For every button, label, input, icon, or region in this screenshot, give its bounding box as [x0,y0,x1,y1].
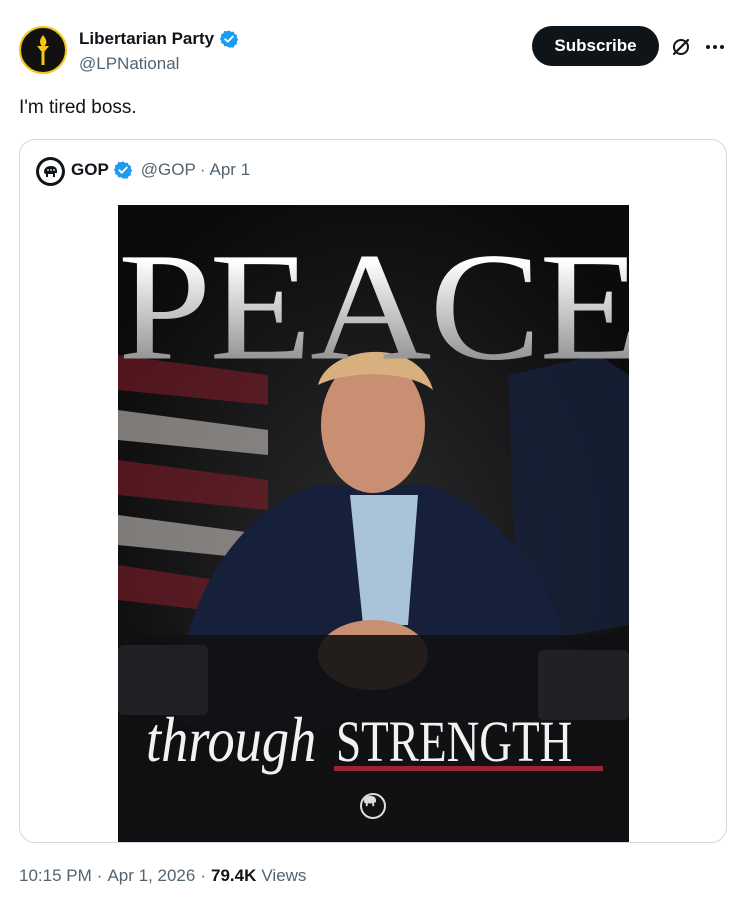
more-dot [706,45,710,49]
elephant-icon [39,160,62,183]
quoted-handle[interactable]: @GOP [141,160,196,180]
tweet-meta: 10:15 PM · Apr 1, 2026 · 79.4K Views [19,866,306,886]
quoted-date[interactable]: Apr 1 [210,160,251,180]
quoted-avatar[interactable] [36,157,65,186]
author-avatar[interactable] [19,26,67,74]
quoted-image[interactable]: PEACE through STRENGTH [118,205,629,842]
quoted-tweet-card[interactable]: GOP @GOP · Apr 1 PEACE through STRENGTH [19,139,727,843]
tweet-date[interactable]: Apr 1, 2026 [107,866,195,886]
subscribe-button[interactable]: Subscribe [532,26,659,66]
quoted-header: GOP @GOP · Apr 1 [71,160,250,180]
verified-badge-icon [113,161,133,179]
separator-dot: · [200,866,207,885]
more-icon[interactable] [703,35,727,59]
torch-icon [37,35,49,65]
gop-elephant-logo-icon [360,793,386,819]
tweet-text: I'm tired boss. [19,97,137,118]
poster-accent-underline [334,766,603,771]
poster-subtitle-italic: through [146,704,317,775]
more-dot [713,45,717,49]
separator-dot: · [96,866,103,885]
author-display-name[interactable]: Libertarian Party [79,29,214,49]
views-count[interactable]: 79.4K [211,866,256,886]
poster-subtitle-caps: STRENGTH [336,709,573,774]
grok-icon[interactable] [669,35,693,59]
tweet-time[interactable]: 10:15 PM [19,866,92,886]
poster-headline: PEACE [118,221,629,393]
views-label: Views [261,866,307,885]
separator-dot: · [199,160,206,179]
more-dot [720,45,724,49]
verified-badge-icon [219,30,239,48]
quoted-display-name[interactable]: GOP [71,160,109,180]
author-name-row: Libertarian Party [79,29,239,49]
author-handle[interactable]: @LPNational [79,54,179,74]
